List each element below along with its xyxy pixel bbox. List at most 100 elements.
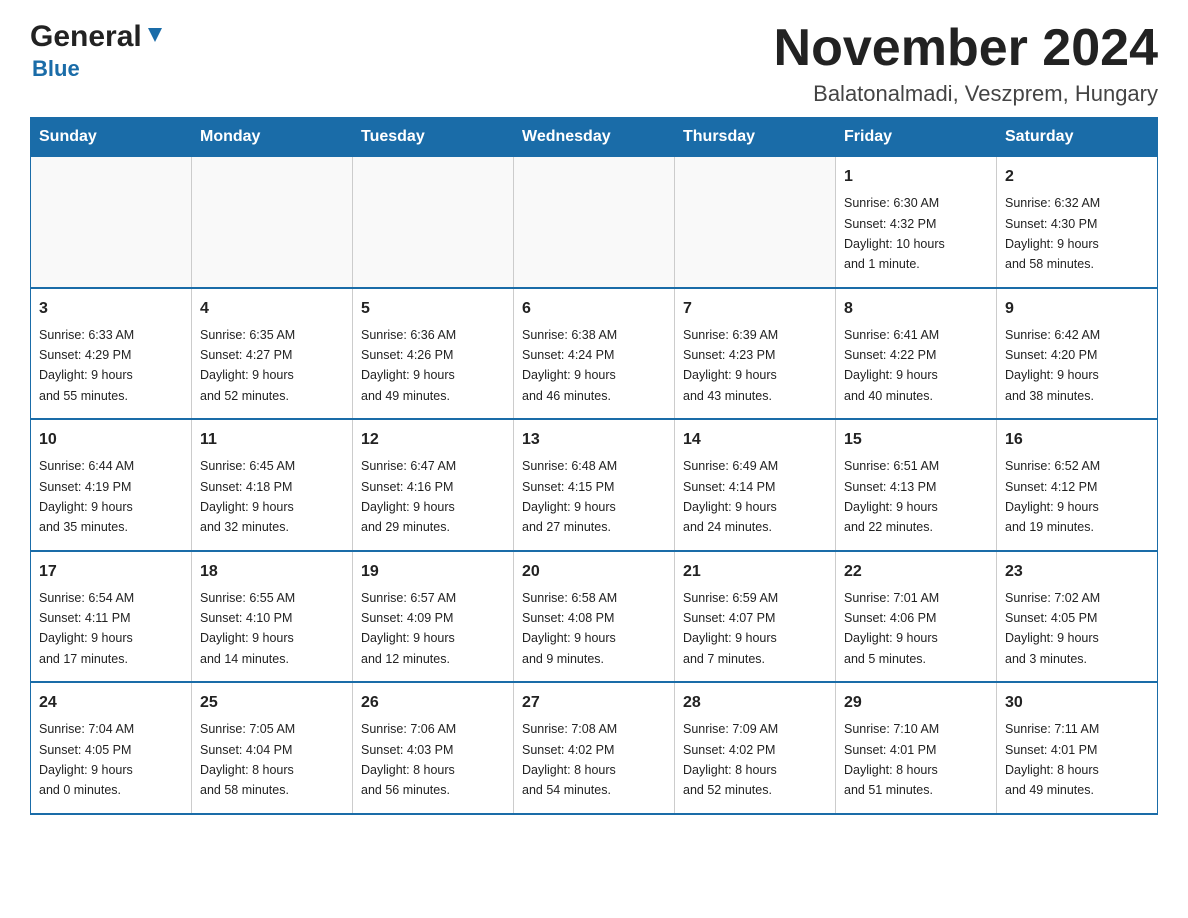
- day-info: Sunrise: 6:55 AM Sunset: 4:10 PM Dayligh…: [200, 591, 295, 666]
- day-info: Sunrise: 7:04 AM Sunset: 4:05 PM Dayligh…: [39, 722, 134, 797]
- day-cell: 27 Sunrise: 7:08 AM Sunset: 4:02 PM Dayli…: [514, 682, 675, 814]
- day-info: Sunrise: 6:59 AM Sunset: 4:07 PM Dayligh…: [683, 591, 778, 666]
- day-cell: 15 Sunrise: 6:51 AM Sunset: 4:13 PM Dayli…: [836, 419, 997, 551]
- logo: General Blue: [30, 20, 166, 82]
- day-cell: 25 Sunrise: 7:05 AM Sunset: 4:04 PM Dayli…: [192, 682, 353, 814]
- day-info: Sunrise: 6:41 AM Sunset: 4:22 PM Dayligh…: [844, 328, 939, 403]
- day-number: 2: [1005, 165, 1149, 189]
- day-number: 20: [522, 560, 666, 584]
- day-info: Sunrise: 6:44 AM Sunset: 4:19 PM Dayligh…: [39, 459, 134, 534]
- day-header-wednesday: Wednesday: [514, 118, 675, 157]
- day-info: Sunrise: 6:30 AM Sunset: 4:32 PM Dayligh…: [844, 196, 945, 271]
- logo-blue-text: Blue: [32, 56, 80, 82]
- week-row-5: 24 Sunrise: 7:04 AM Sunset: 4:05 PM Dayli…: [31, 682, 1158, 814]
- day-cell: 23 Sunrise: 7:02 AM Sunset: 4:05 PM Dayli…: [997, 551, 1158, 683]
- day-cell: 19Sunrise: 6:57 AM Sunset: 4:09 PM Dayli…: [353, 551, 514, 683]
- day-number: 13: [522, 428, 666, 452]
- day-info: Sunrise: 6:42 AM Sunset: 4:20 PM Dayligh…: [1005, 328, 1100, 403]
- page-title: November 2024: [774, 20, 1158, 77]
- day-cell: 14 Sunrise: 6:49 AM Sunset: 4:14 PM Dayli…: [675, 419, 836, 551]
- day-cell: 11 Sunrise: 6:45 AM Sunset: 4:18 PM Dayli…: [192, 419, 353, 551]
- day-cell: 17Sunrise: 6:54 AM Sunset: 4:11 PM Dayli…: [31, 551, 192, 683]
- day-header-sunday: Sunday: [31, 118, 192, 157]
- page-subtitle: Balatonalmadi, Veszprem, Hungary: [774, 81, 1158, 107]
- day-info: Sunrise: 6:35 AM Sunset: 4:27 PM Dayligh…: [200, 328, 295, 403]
- day-number: 3: [39, 297, 183, 321]
- day-cell: 18 Sunrise: 6:55 AM Sunset: 4:10 PM Dayli…: [192, 551, 353, 683]
- day-number: 11: [200, 428, 344, 452]
- day-cell: 20 Sunrise: 6:58 AM Sunset: 4:08 PM Dayli…: [514, 551, 675, 683]
- day-cell: 6Sunrise: 6:38 AM Sunset: 4:24 PM Daylig…: [514, 288, 675, 420]
- day-number: 22: [844, 560, 988, 584]
- day-cell: 16 Sunrise: 6:52 AM Sunset: 4:12 PM Dayli…: [997, 419, 1158, 551]
- day-cell: 13Sunrise: 6:48 AM Sunset: 4:15 PM Dayli…: [514, 419, 675, 551]
- day-number: 7: [683, 297, 827, 321]
- day-header-thursday: Thursday: [675, 118, 836, 157]
- day-cell: [353, 157, 514, 288]
- day-cell: [675, 157, 836, 288]
- day-info: Sunrise: 7:09 AM Sunset: 4:02 PM Dayligh…: [683, 722, 778, 797]
- day-info: Sunrise: 6:57 AM Sunset: 4:09 PM Dayligh…: [361, 591, 456, 666]
- day-number: 23: [1005, 560, 1149, 584]
- day-cell: 3 Sunrise: 6:33 AM Sunset: 4:29 PM Daylig…: [31, 288, 192, 420]
- days-of-week-row: SundayMondayTuesdayWednesdayThursdayFrid…: [31, 118, 1158, 157]
- day-number: 8: [844, 297, 988, 321]
- day-cell: 7 Sunrise: 6:39 AM Sunset: 4:23 PM Daylig…: [675, 288, 836, 420]
- day-cell: [514, 157, 675, 288]
- day-number: 1: [844, 165, 988, 189]
- day-cell: 9 Sunrise: 6:42 AM Sunset: 4:20 PM Daylig…: [997, 288, 1158, 420]
- day-cell: 5Sunrise: 6:36 AM Sunset: 4:26 PM Daylig…: [353, 288, 514, 420]
- week-row-2: 3 Sunrise: 6:33 AM Sunset: 4:29 PM Daylig…: [31, 288, 1158, 420]
- day-info: Sunrise: 6:33 AM Sunset: 4:29 PM Dayligh…: [39, 328, 134, 403]
- day-info: Sunrise: 6:51 AM Sunset: 4:13 PM Dayligh…: [844, 459, 939, 534]
- day-number: 6: [522, 297, 666, 321]
- day-cell: 8 Sunrise: 6:41 AM Sunset: 4:22 PM Daylig…: [836, 288, 997, 420]
- day-info: Sunrise: 6:45 AM Sunset: 4:18 PM Dayligh…: [200, 459, 295, 534]
- calendar-body: 1 Sunrise: 6:30 AM Sunset: 4:32 PM Daylig…: [31, 157, 1158, 814]
- day-number: 10: [39, 428, 183, 452]
- day-number: 4: [200, 297, 344, 321]
- day-cell: 10 Sunrise: 6:44 AM Sunset: 4:19 PM Dayli…: [31, 419, 192, 551]
- logo-arrow-icon: [144, 24, 166, 51]
- day-info: Sunrise: 6:58 AM Sunset: 4:08 PM Dayligh…: [522, 591, 617, 666]
- day-number: 17: [39, 560, 183, 584]
- day-info: Sunrise: 6:39 AM Sunset: 4:23 PM Dayligh…: [683, 328, 778, 403]
- day-number: 26: [361, 691, 505, 715]
- day-number: 15: [844, 428, 988, 452]
- day-number: 5: [361, 297, 505, 321]
- day-cell: [192, 157, 353, 288]
- day-info: Sunrise: 7:01 AM Sunset: 4:06 PM Dayligh…: [844, 591, 939, 666]
- title-block: November 2024 Balatonalmadi, Veszprem, H…: [774, 20, 1158, 107]
- calendar-table: SundayMondayTuesdayWednesdayThursdayFrid…: [30, 117, 1158, 815]
- day-number: 18: [200, 560, 344, 584]
- day-info: Sunrise: 6:52 AM Sunset: 4:12 PM Dayligh…: [1005, 459, 1100, 534]
- day-number: 27: [522, 691, 666, 715]
- day-number: 30: [1005, 691, 1149, 715]
- day-header-friday: Friday: [836, 118, 997, 157]
- day-cell: 26 Sunrise: 7:06 AM Sunset: 4:03 PM Dayli…: [353, 682, 514, 814]
- week-row-3: 10 Sunrise: 6:44 AM Sunset: 4:19 PM Dayli…: [31, 419, 1158, 551]
- day-info: Sunrise: 7:02 AM Sunset: 4:05 PM Dayligh…: [1005, 591, 1100, 666]
- day-number: 14: [683, 428, 827, 452]
- day-cell: 21Sunrise: 6:59 AM Sunset: 4:07 PM Dayli…: [675, 551, 836, 683]
- day-cell: 4 Sunrise: 6:35 AM Sunset: 4:27 PM Daylig…: [192, 288, 353, 420]
- day-cell: [31, 157, 192, 288]
- day-number: 24: [39, 691, 183, 715]
- day-cell: 24 Sunrise: 7:04 AM Sunset: 4:05 PM Dayli…: [31, 682, 192, 814]
- day-info: Sunrise: 6:47 AM Sunset: 4:16 PM Dayligh…: [361, 459, 456, 534]
- day-info: Sunrise: 6:49 AM Sunset: 4:14 PM Dayligh…: [683, 459, 778, 534]
- day-header-saturday: Saturday: [997, 118, 1158, 157]
- logo-general-text: General: [30, 20, 142, 54]
- day-cell: 1 Sunrise: 6:30 AM Sunset: 4:32 PM Daylig…: [836, 157, 997, 288]
- day-info: Sunrise: 6:32 AM Sunset: 4:30 PM Dayligh…: [1005, 196, 1100, 271]
- day-info: Sunrise: 7:10 AM Sunset: 4:01 PM Dayligh…: [844, 722, 939, 797]
- day-info: Sunrise: 7:05 AM Sunset: 4:04 PM Dayligh…: [200, 722, 295, 797]
- day-cell: 28Sunrise: 7:09 AM Sunset: 4:02 PM Dayli…: [675, 682, 836, 814]
- day-header-monday: Monday: [192, 118, 353, 157]
- day-info: Sunrise: 7:06 AM Sunset: 4:03 PM Dayligh…: [361, 722, 456, 797]
- page-header: General Blue November 2024 Balatonalmadi…: [30, 20, 1158, 107]
- day-number: 25: [200, 691, 344, 715]
- day-number: 16: [1005, 428, 1149, 452]
- day-info: Sunrise: 7:08 AM Sunset: 4:02 PM Dayligh…: [522, 722, 617, 797]
- day-number: 9: [1005, 297, 1149, 321]
